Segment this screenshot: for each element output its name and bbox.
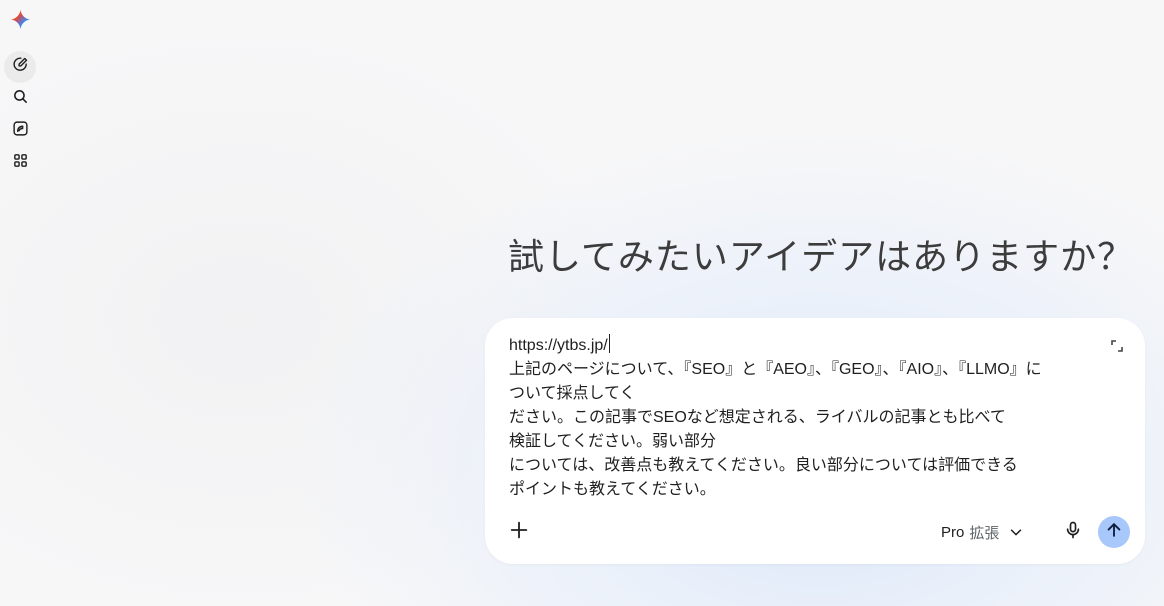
prompt-input[interactable]: https://ytbs.jp/ 上記のページについて、『SEO』と『AEO』、… — [509, 334, 1079, 502]
greeting-heading: 試してみたいアイデアはありますか？ — [508, 236, 1135, 277]
text-caret — [608, 334, 610, 353]
gemini-logo-icon[interactable] — [10, 9, 31, 30]
mode-label: Pro — [941, 523, 965, 541]
mode-sub-label: 拡張 — [969, 524, 1000, 542]
new-chat-button[interactable] — [4, 51, 36, 83]
arrow-up-icon — [1104, 520, 1124, 545]
prompt-line: ポイントも教えてください。 — [509, 481, 716, 498]
model-mode-selector[interactable]: Pro 拡張 — [941, 520, 1023, 544]
microphone-button[interactable] — [1061, 520, 1085, 544]
apps-grid-icon — [12, 152, 29, 174]
expand-button[interactable] — [1109, 338, 1125, 354]
side-rail — [0, 0, 42, 606]
chevron-down-icon — [1009, 525, 1023, 539]
plus-icon — [508, 519, 530, 546]
apps-button[interactable] — [4, 147, 36, 179]
search-button[interactable] — [4, 83, 36, 115]
prompt-composer: https://ytbs.jp/ 上記のページについて、『SEO』と『AEO』、… — [485, 318, 1145, 564]
add-attachment-button[interactable] — [505, 518, 533, 546]
gems-icon — [12, 120, 29, 142]
prompt-line: 上記のページについて、『SEO』と『AEO』、『GEO』、『AIO』、『LLMO… — [509, 361, 1042, 378]
prompt-line: 検証してください。弱い部分 — [509, 433, 717, 450]
new-chat-icon — [12, 56, 29, 78]
search-icon — [12, 88, 29, 110]
mic-icon — [1063, 520, 1083, 545]
prompt-line: https://ytbs.jp/ — [509, 334, 1079, 358]
send-button[interactable] — [1098, 516, 1130, 548]
expand-icon — [1109, 340, 1125, 358]
gems-button[interactable] — [4, 115, 36, 147]
prompt-line: については、改善点も教えてください。良い部分については評価できる — [509, 457, 1018, 474]
prompt-line: ついて採点してく — [509, 385, 636, 402]
prompt-line: ださい。この記事でSEOなど想定される、ライバルの記事とも比べて — [509, 409, 1006, 426]
